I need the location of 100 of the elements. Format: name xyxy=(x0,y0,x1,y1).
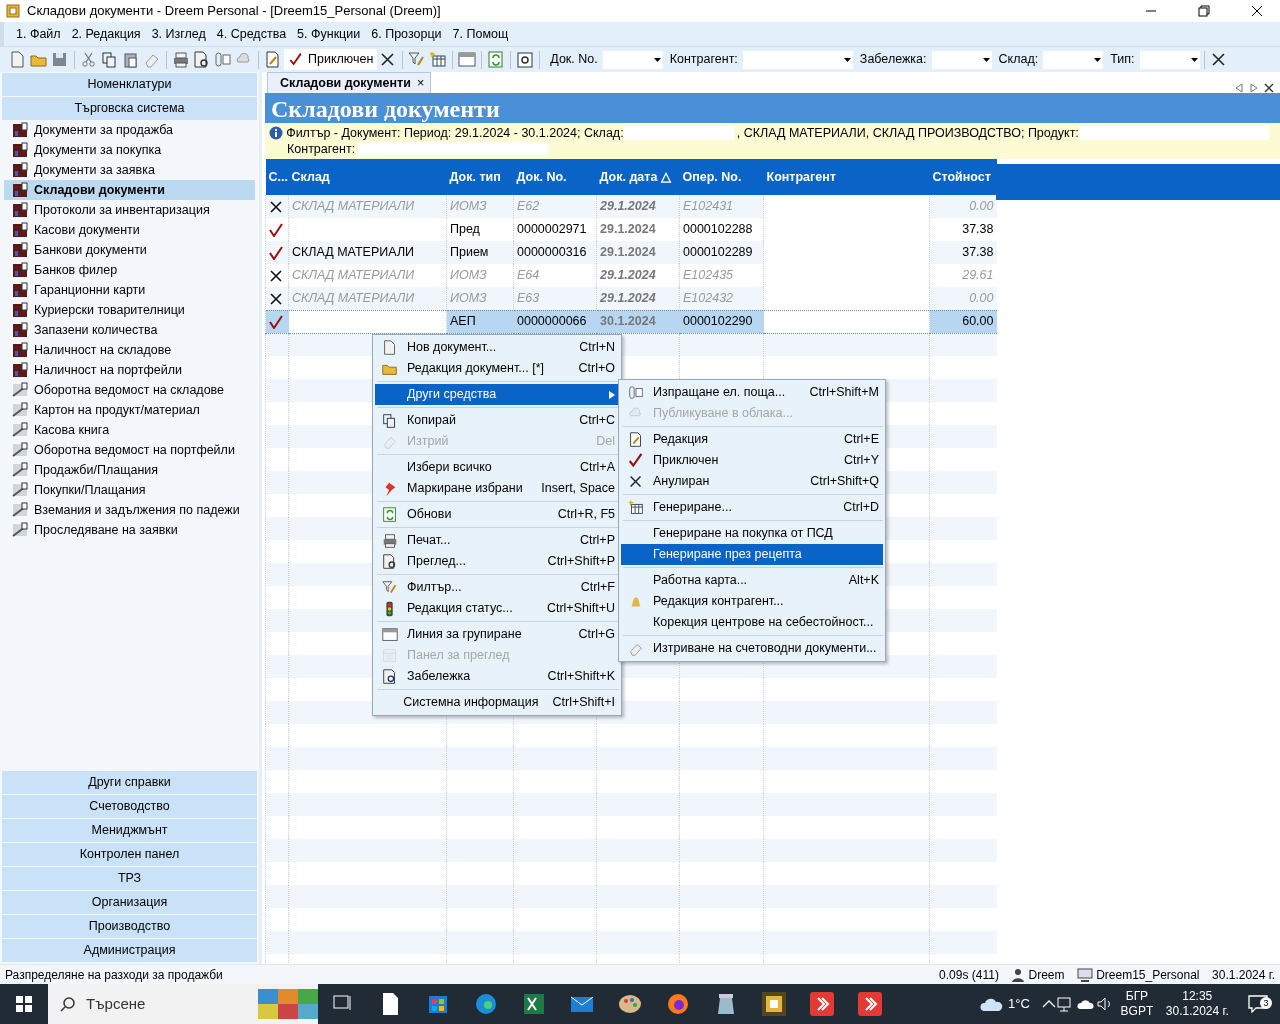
menu-item[interactable]: Нов документ... Ctrl+N xyxy=(375,337,619,358)
puzzle-icon xyxy=(258,987,318,1021)
sidebar-item[interactable]: Куриерски товарителници xyxy=(4,300,255,320)
panel-icon[interactable] xyxy=(457,49,478,70)
sidebar-item[interactable]: Документи за покупка xyxy=(4,140,255,160)
refresh-icon xyxy=(381,505,399,524)
menu-item[interactable]: Генериране... Ctrl+D xyxy=(621,497,883,518)
sidebar-item[interactable]: Гаранционни карти xyxy=(4,280,255,300)
sidebar-item[interactable]: Протоколи за инвентаризация xyxy=(4,200,255,220)
document-tab[interactable]: Складови документи × xyxy=(267,72,432,93)
menu-item[interactable]: 2. Редакция xyxy=(71,24,141,44)
table-cell: 29.1.2024 xyxy=(600,245,656,260)
sidebar-item[interactable]: Запазени количества xyxy=(4,320,255,340)
notification-button[interactable]: 3 xyxy=(1235,995,1280,1013)
sidebar-item[interactable]: Документи за продажба xyxy=(4,120,255,140)
menu-item[interactable]: 7. Помощ xyxy=(452,24,509,44)
filter-text: , СКЛАД МАТЕРИАЛИ, СКЛАД ПРОИЗВОДСТВО; Продукт: xyxy=(736,125,1079,141)
menu-item[interactable]: Генериране през рецепта xyxy=(621,544,883,565)
column-header[interactable]: С... xyxy=(265,159,289,195)
menu-item[interactable]: Генериране на покупка от ПСД xyxy=(621,523,883,544)
sidebar-item[interactable]: Проследяване на заявки xyxy=(4,520,255,540)
menu-item[interactable]: Работна карта... Alt+K xyxy=(621,570,883,591)
menu-item[interactable]: 5. Функции xyxy=(297,24,361,44)
menu-item[interactable]: Маркиране избрани Insert, Space xyxy=(375,478,619,499)
sidebar-item[interactable]: Наличност на складове xyxy=(4,340,255,360)
menu-item[interactable]: Изпращане ел. поща... Ctrl+Shift+M xyxy=(621,382,883,403)
sidebar-item[interactable]: Касова книга xyxy=(4,420,255,440)
menu-item[interactable]: Анулиран Ctrl+Shift+Q xyxy=(621,471,883,492)
column-header[interactable]: Док. No. xyxy=(513,159,597,195)
table-row[interactable]: СКЛАД МАТЕРИАЛИ ИОМЗ E62 29.1.2024 E102431 0.00 xyxy=(265,195,997,218)
sidebar-item[interactable]: Оборотна ведомост на складове xyxy=(4,380,255,400)
menu-item[interactable]: 6. Прозорци xyxy=(371,24,442,44)
sidebar-item[interactable]: Документи за заявка xyxy=(4,160,255,180)
menu-item[interactable]: Корекция центрове на себестойност... xyxy=(621,612,883,633)
section-header[interactable]: Мениджмънт xyxy=(2,819,257,842)
table-row[interactable]: АЕП 0000000066 30.1.2024 0000102290 60.00 xyxy=(265,310,997,333)
sidebar-item[interactable]: Касови документи xyxy=(4,220,255,240)
section-header[interactable]: Други справки xyxy=(2,771,257,794)
menu-item[interactable]: 1. Файл xyxy=(16,24,61,44)
column-header[interactable]: Опер. No. xyxy=(679,159,764,195)
column-header[interactable]: Склад xyxy=(288,159,447,195)
menu-item[interactable]: Преглед... Ctrl+Shift+P xyxy=(375,551,619,572)
menu-item[interactable]: Филтър... Ctrl+F xyxy=(375,577,619,598)
column-header[interactable]: Док. тип xyxy=(446,159,514,195)
clock-date[interactable]: 30.1.2024 г. xyxy=(1165,1004,1229,1019)
column-header[interactable]: Контрагент xyxy=(763,159,930,195)
status-message: Разпределяне на разходи за продажби xyxy=(5,966,224,984)
close-tab-icon[interactable] xyxy=(1263,83,1274,93)
table-row[interactable]: СКЛАД МАТЕРИАЛИ ИОМЗ E63 29.1.2024 E102432 0.00 xyxy=(265,287,997,310)
close-document-button[interactable]: Приключен xyxy=(284,49,378,70)
attachment-icon xyxy=(627,383,645,402)
list-icon xyxy=(12,222,28,238)
section-header[interactable]: Търговска система xyxy=(2,97,257,120)
menu-item[interactable]: Приключен Ctrl+Y xyxy=(621,450,883,471)
sidebar-item[interactable]: Картон на продукт/материал xyxy=(4,400,255,420)
menu-item[interactable]: 3. Изглед xyxy=(151,24,206,44)
menu-item[interactable]: Други средства xyxy=(375,384,619,405)
menu-item[interactable]: Изтриване на счетоводни документи... xyxy=(621,638,883,659)
sidebar-item[interactable]: Вземания и задължения по падежи xyxy=(4,500,255,520)
section-header[interactable]: Счетоводство xyxy=(2,795,257,818)
sidebar-item[interactable]: Банкови документи xyxy=(4,240,255,260)
section-header[interactable]: Номенклатури xyxy=(2,73,257,96)
list-icon xyxy=(12,362,28,378)
menu-item[interactable]: Редакция документ... [*] Ctrl+O xyxy=(375,358,619,379)
sidebar-item[interactable]: Наличност на портфейли xyxy=(4,360,255,380)
section-header[interactable]: ТРЗ xyxy=(2,867,257,890)
menu-item[interactable]: Печат... Ctrl+P xyxy=(375,530,619,551)
help-icon[interactable] xyxy=(515,49,536,70)
taskbar-search-field[interactable]: Търсене xyxy=(48,984,318,1024)
generate-icon[interactable] xyxy=(428,49,449,70)
sidebar-item[interactable]: Складови документи xyxy=(4,180,255,200)
menu-item[interactable]: Редакция контрагент... xyxy=(621,591,883,612)
table-row[interactable]: Пред 0000002971 29.1.2024 0000102288 37.38 xyxy=(265,218,997,241)
table-row[interactable]: СКЛАД МАТЕРИАЛИ ИОМЗ E64 29.1.2024 E102435 29.61 xyxy=(265,264,997,287)
section-header[interactable]: Организация xyxy=(2,891,257,914)
menu-item[interactable]: Забележка Ctrl+Shift+K xyxy=(375,666,619,687)
sidebar-item[interactable]: Покупки/Плащания xyxy=(4,480,255,500)
sidebar-item[interactable]: Банков филер xyxy=(4,260,255,280)
menu-item[interactable]: Обнови Ctrl+R, F5 xyxy=(375,504,619,525)
menu-item[interactable]: 4. Средства xyxy=(216,24,287,44)
next-tab-icon[interactable] xyxy=(1249,83,1258,93)
table-row[interactable]: СКЛАД МАТЕРИАЛИ Прием 0000000316 29.1.2024 0000102289 37.38 xyxy=(265,241,997,264)
table-cell: 0.00 xyxy=(969,199,994,214)
column-header[interactable]: Док. дата △ xyxy=(596,159,680,195)
column-header[interactable]: Стойност xyxy=(929,159,997,195)
section-header[interactable]: Контролен панел xyxy=(2,843,257,866)
menu-item[interactable]: Редакция Ctrl+E xyxy=(621,429,883,450)
section-header[interactable]: Производство xyxy=(2,915,257,938)
sidebar-item[interactable]: Оборотна ведомост на портфейли xyxy=(4,440,255,460)
section-header[interactable]: Администрация xyxy=(2,939,257,962)
clock-time[interactable]: 12:35 xyxy=(1182,989,1213,1004)
language-indicator[interactable]: БГР xyxy=(1125,989,1149,1004)
print-icon[interactable] xyxy=(171,49,191,70)
sidebar-item[interactable]: Продажби/Плащания xyxy=(4,460,255,480)
menu-item[interactable]: Системна информация Ctrl+Shift+I xyxy=(375,692,619,713)
keyboard-layout[interactable]: BGPT xyxy=(1120,1004,1154,1019)
previous-tab-icon[interactable] xyxy=(1235,83,1244,93)
tab-close-button[interactable]: × xyxy=(416,73,425,93)
menu-item[interactable]: Линия за групиране Ctrl+G xyxy=(375,624,619,645)
menu-item[interactable]: Избери всичко Ctrl+A xyxy=(375,457,619,478)
